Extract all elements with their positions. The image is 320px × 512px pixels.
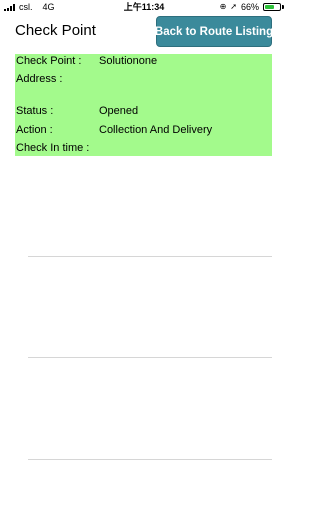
battery-percent: 66% xyxy=(240,2,259,12)
page-title: Check Point xyxy=(15,22,96,39)
orientation-lock-icon: ⊕ xyxy=(219,2,227,11)
back-to-route-listing-button[interactable]: Back to Route Listing xyxy=(155,16,273,47)
checkpoint-value: Solutionone xyxy=(99,55,158,67)
battery-icon xyxy=(263,3,281,11)
checkin-label: Check In time : xyxy=(16,142,90,154)
status-label: Status : xyxy=(16,105,54,117)
status-bar: csl. 4G 上午11:34 ⊕ ➚ 66% xyxy=(0,0,288,14)
divider xyxy=(28,256,272,257)
action-value: Collection And Delivery xyxy=(99,124,213,136)
checkpoint-label: Check Point : xyxy=(16,55,82,67)
battery-tip xyxy=(282,5,284,9)
status-right: ⊕ ➚ 66% xyxy=(220,0,284,14)
divider xyxy=(28,357,272,358)
action-label: Action : xyxy=(16,124,53,136)
battery-fill xyxy=(265,5,275,9)
location-arrow-icon: ➚ xyxy=(230,2,237,11)
checkpoint-info-panel: Check Point : Solutionone Address : Stat… xyxy=(15,54,272,156)
status-value: Opened xyxy=(99,105,139,117)
address-label: Address : xyxy=(16,73,63,85)
divider xyxy=(28,459,272,460)
